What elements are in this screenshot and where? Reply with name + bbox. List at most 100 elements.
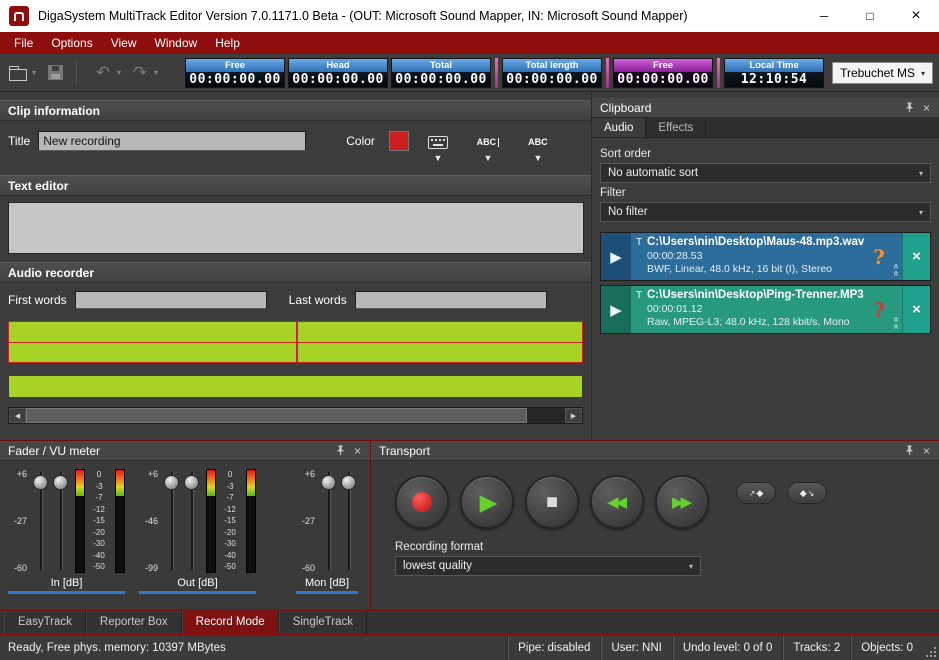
app-logo — [14, 12, 24, 21]
fader-knob[interactable] — [321, 475, 336, 490]
clipboard-item[interactable]: ▶ T C:\Users\nin\Desktop\Ping-Trenner.MP… — [600, 285, 931, 334]
fader-knob[interactable] — [184, 475, 199, 490]
first-words-input[interactable] — [75, 291, 267, 309]
clipboard-pin-button[interactable] — [901, 100, 918, 116]
recording-format-label: Recording format — [395, 541, 939, 553]
color-swatch[interactable] — [389, 131, 409, 151]
text-template-button[interactable]: ABC ▼ — [517, 131, 559, 163]
tab-audio[interactable]: Audio — [592, 118, 646, 137]
item-play-button[interactable]: ▶ — [601, 286, 631, 333]
redo-button[interactable]: ↷ — [127, 60, 153, 86]
undo-button[interactable]: ↶ — [90, 60, 116, 86]
fader-slider-in-left[interactable] — [32, 469, 50, 573]
menu-help[interactable]: Help — [206, 33, 249, 53]
recording-format-value: lowest quality — [403, 560, 472, 572]
fader-slider-out-right[interactable] — [183, 469, 201, 573]
tab-effects[interactable]: Effects — [646, 118, 706, 137]
fast-forward-icon: ▶▶ — [672, 495, 689, 510]
stop-button[interactable]: ■ — [525, 475, 579, 529]
tab-easytrack[interactable]: EasyTrack — [4, 611, 86, 634]
chevron-down-icon[interactable]: ▼ — [483, 153, 492, 163]
rewind-button[interactable]: ◀◀ — [590, 475, 644, 529]
save-button[interactable] — [42, 60, 68, 86]
keyboard-shortcuts-button[interactable]: ▼ — [417, 131, 459, 163]
clipboard-item[interactable]: ▶ T C:\Users\nin\Desktop\Maus-48.mp3.wav… — [600, 232, 931, 281]
text-insert-button[interactable]: ABC ▼ — [467, 131, 509, 163]
item-duration: 00:00:28.53 — [647, 250, 868, 262]
rewind-icon: ◀◀ — [607, 495, 624, 510]
item-remove-button[interactable]: × — [902, 233, 930, 280]
record-button[interactable] — [395, 475, 449, 529]
sort-order-select[interactable]: No automatic sort ▾ — [600, 163, 931, 183]
item-duration: 00:00:01.12 — [647, 303, 868, 315]
extract-clip-button[interactable]: ◆ ↘ — [787, 482, 827, 504]
close-icon: × — [923, 101, 930, 115]
fast-forward-button[interactable]: ▶▶ — [655, 475, 709, 529]
font-selector[interactable]: Trebuchet MS ▾ — [832, 62, 933, 84]
maximize-button[interactable]: □ — [847, 0, 893, 32]
recorder-scrollbar[interactable]: ◀ ▶ — [8, 407, 583, 424]
toolbar-grip — [606, 58, 609, 88]
menu-file[interactable]: File — [5, 33, 42, 53]
chevron-down-icon[interactable]: ▼ — [433, 153, 442, 163]
last-words-input[interactable] — [355, 291, 547, 309]
counter-value: 12:10:54 — [725, 72, 823, 87]
clipboard-close-button[interactable]: × — [918, 100, 935, 116]
fader-knob[interactable] — [33, 475, 48, 490]
vu-meter-scale: 0 -3 -7 -12 -15 -20 -30 -40 -50 — [219, 469, 241, 573]
prelisten-ear-icon[interactable]: ? — [868, 286, 890, 333]
scrollbar-thumb[interactable] — [26, 408, 527, 423]
item-text: C:\Users\nin\Desktop\Maus-48.mp3.wav 00:… — [647, 233, 868, 280]
recorder-track-3[interactable] — [8, 375, 583, 398]
redo-dropdown-icon[interactable]: ▾ — [154, 68, 158, 77]
undo-dropdown-icon[interactable]: ▾ — [117, 68, 121, 77]
transport-pin-button[interactable] — [901, 443, 918, 459]
record-icon — [412, 492, 432, 512]
insert-clip-button[interactable]: ↗ ◆ — [736, 482, 776, 504]
scroll-left-button[interactable]: ◀ — [9, 408, 26, 423]
minimize-button[interactable]: ─ — [801, 0, 847, 32]
fader-slider-mon-right[interactable] — [340, 469, 358, 573]
text-editor-area[interactable] — [8, 202, 584, 254]
open-button[interactable] — [5, 60, 31, 86]
prelisten-ear-icon[interactable]: ? — [868, 233, 890, 280]
scale-tick: -27 — [302, 516, 315, 526]
filter-select[interactable]: No filter ▾ — [600, 202, 931, 222]
chevron-down-icon[interactable]: ▼ — [533, 153, 542, 163]
open-dropdown-icon[interactable]: ▾ — [32, 68, 36, 77]
counter-label: Free — [614, 59, 712, 72]
scrollbar-track[interactable] — [26, 408, 565, 423]
fader-pin-button[interactable] — [332, 443, 349, 459]
titlebar: DigaSystem MultiTrack Editor Version 7.0… — [0, 0, 939, 32]
tab-singletrack[interactable]: SingleTrack — [279, 611, 367, 634]
pin-icon — [904, 102, 915, 113]
color-label: Color — [346, 131, 375, 148]
fader-slider-mon-left[interactable] — [320, 469, 338, 573]
scroll-right-button[interactable]: ▶ — [565, 408, 582, 423]
menu-view[interactable]: View — [102, 33, 146, 53]
transport-close-button[interactable]: × — [918, 443, 935, 459]
resize-grip[interactable] — [923, 636, 939, 660]
vu-meter-scale: 0 -3 -7 -12 -15 -20 -30 -40 -50 — [88, 469, 110, 573]
menu-window[interactable]: Window — [146, 33, 207, 53]
app-icon — [9, 6, 29, 26]
fader-knob[interactable] — [341, 475, 356, 490]
tab-record-mode[interactable]: Record Mode — [182, 611, 279, 634]
recording-format-select[interactable]: lowest quality ▾ — [395, 556, 701, 576]
close-window-button[interactable]: × — [893, 0, 939, 32]
item-format: BWF, Linear, 48.0 kHz, 16 bit (I), Stere… — [647, 263, 868, 275]
scale-tick: -99 — [145, 563, 158, 573]
item-remove-button[interactable]: × — [902, 286, 930, 333]
abc-cursor-icon: ABC — [477, 137, 497, 147]
item-play-button[interactable]: ▶ — [601, 233, 631, 280]
fader-knob[interactable] — [53, 475, 68, 490]
title-input[interactable] — [38, 131, 306, 151]
tab-reporter-box[interactable]: Reporter Box — [86, 611, 182, 634]
play-button[interactable]: ▶ — [460, 475, 514, 529]
fader-slider-in-right[interactable] — [52, 469, 70, 573]
menu-options[interactable]: Options — [42, 33, 101, 53]
fader-slider-out-left[interactable] — [163, 469, 181, 573]
fader-knob[interactable] — [164, 475, 179, 490]
counter-label: Total — [392, 59, 490, 72]
fader-close-button[interactable]: × — [349, 443, 366, 459]
